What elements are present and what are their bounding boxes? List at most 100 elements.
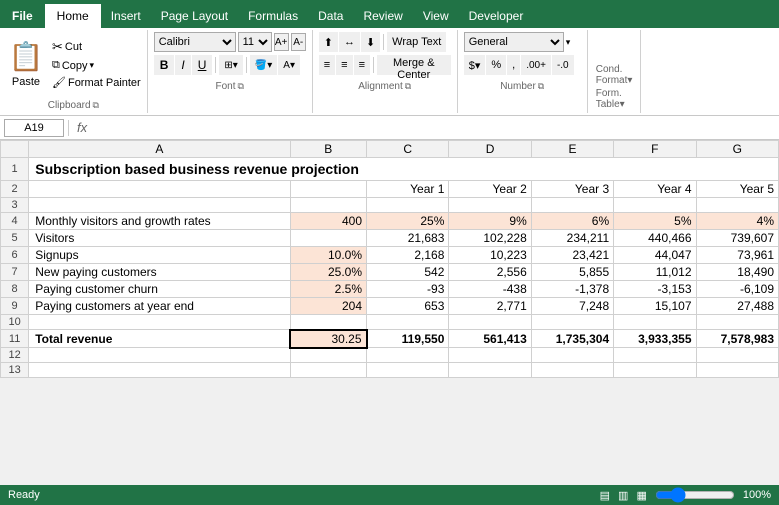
cell-b2[interactable] [290,181,367,198]
row-header[interactable]: 10 [1,315,29,330]
cell-b5[interactable] [290,230,367,247]
zoom-slider[interactable] [655,489,735,501]
cell-c8[interactable]: -93 [367,281,449,298]
cell-e6[interactable]: 23,421 [531,247,613,264]
font-expand-icon[interactable]: ⧉ [238,81,244,92]
cell-g12[interactable] [696,348,778,363]
fill-color-button[interactable]: 🪣▾ [250,55,277,75]
tab-home[interactable]: Home [45,4,101,28]
cell-g4[interactable]: 4% [696,213,778,230]
cell-g11[interactable]: 7,578,983 [696,330,778,348]
cell-c9[interactable]: 653 [367,298,449,315]
cell-g8[interactable]: -6,109 [696,281,778,298]
cell-d10[interactable] [449,315,531,330]
cell-g6[interactable]: 73,961 [696,247,778,264]
cell-f10[interactable] [614,315,696,330]
tab-developer[interactable]: Developer [459,4,534,28]
cell-b6[interactable]: 10.0% [290,247,367,264]
cell-f7[interactable]: 11,012 [614,264,696,281]
cell-d4[interactable]: 9% [449,213,531,230]
view-break-button[interactable]: ▦ [636,489,646,502]
tab-formulas[interactable]: Formulas [238,4,308,28]
cell-a6[interactable]: Signups [29,247,290,264]
align-bottom-button[interactable]: ⬇ [361,32,380,52]
cell-e5[interactable]: 234,211 [531,230,613,247]
align-right-button[interactable]: ≡ [354,55,370,75]
cell-b4[interactable]: 400 [290,213,367,230]
cell-d11[interactable]: 561,413 [449,330,531,348]
cell-c11[interactable]: 119,550 [367,330,449,348]
col-header-e[interactable]: E [531,141,613,158]
bold-button[interactable]: B [154,55,175,75]
cell-f4[interactable]: 5% [614,213,696,230]
cell-e12[interactable] [531,348,613,363]
border-button[interactable]: ⊞▾ [219,55,242,75]
cell-a12[interactable] [29,348,290,363]
col-header-f[interactable]: F [614,141,696,158]
view-normal-button[interactable]: ▤ [600,489,610,502]
view-layout-button[interactable]: ▥ [618,489,628,502]
row-header[interactable]: 2 [1,181,29,198]
cell-f5[interactable]: 440,466 [614,230,696,247]
cell-c3[interactable] [367,198,449,213]
comma-button[interactable]: , [507,55,520,75]
cell-c2[interactable]: Year 1 [367,181,449,198]
cell-c10[interactable] [367,315,449,330]
cell-a5[interactable]: Visitors [29,230,290,247]
cell-e3[interactable] [531,198,613,213]
align-top-button[interactable]: ⬆ [319,32,338,52]
cell-a4[interactable]: Monthly visitors and growth rates [29,213,290,230]
font-name-select[interactable]: Calibri [154,32,236,52]
cell-g13[interactable] [696,363,778,378]
col-header-c[interactable]: C [367,141,449,158]
cell-d5[interactable]: 102,228 [449,230,531,247]
cell-f13[interactable] [614,363,696,378]
row-header[interactable]: 9 [1,298,29,315]
col-header-b[interactable]: B [290,141,367,158]
copy-button[interactable]: ⧉Copy▾ [50,58,143,73]
cell-f6[interactable]: 44,047 [614,247,696,264]
conditional-format-button[interactable]: Cond.Format▾ [594,63,635,87]
cell-b7[interactable]: 25.0% [290,264,367,281]
number-format-select[interactable]: General [464,32,564,52]
format-painter-button[interactable]: 🖌Format Painter [50,75,143,90]
cell-c12[interactable] [367,348,449,363]
cell-d12[interactable] [449,348,531,363]
cell-d8[interactable]: -438 [449,281,531,298]
percent-button[interactable]: % [486,55,506,75]
cell-a10[interactable] [29,315,290,330]
align-center-button[interactable]: ≡ [336,55,352,75]
cell-b8[interactable]: 2.5% [290,281,367,298]
cell-c5[interactable]: 21,683 [367,230,449,247]
col-header-a[interactable]: A [29,141,290,158]
decrease-font-button[interactable]: A- [291,33,306,51]
cell-g2[interactable]: Year 5 [696,181,778,198]
cell-e7[interactable]: 5,855 [531,264,613,281]
cell-e10[interactable] [531,315,613,330]
format-as-table-button[interactable]: Form.Table▾ [594,87,635,111]
wrap-text-button[interactable]: Wrap Text [387,32,446,52]
font-color-button[interactable]: A▾ [278,55,300,75]
cell-e4[interactable]: 6% [531,213,613,230]
cell-d6[interactable]: 10,223 [449,247,531,264]
tab-page-layout[interactable]: Page Layout [151,4,238,28]
row-header[interactable]: 4 [1,213,29,230]
cell-f2[interactable]: Year 4 [614,181,696,198]
row-header[interactable]: 6 [1,247,29,264]
tab-insert[interactable]: Insert [101,4,151,28]
cell-f11[interactable]: 3,933,355 [614,330,696,348]
cell-c7[interactable]: 542 [367,264,449,281]
row-header[interactable]: 8 [1,281,29,298]
cell-a1[interactable]: Subscription based business revenue proj… [29,158,779,181]
row-header[interactable]: 5 [1,230,29,247]
cell-f3[interactable] [614,198,696,213]
cell-b9[interactable]: 204 [290,298,367,315]
cell-g7[interactable]: 18,490 [696,264,778,281]
paste-button[interactable]: 📋 Paste [4,34,48,90]
cell-b10[interactable] [290,315,367,330]
cell-a13[interactable] [29,363,290,378]
cell-a2[interactable] [29,181,290,198]
cell-e11[interactable]: 1,735,304 [531,330,613,348]
increase-font-button[interactable]: A+ [274,33,289,51]
row-header[interactable]: 3 [1,198,29,213]
